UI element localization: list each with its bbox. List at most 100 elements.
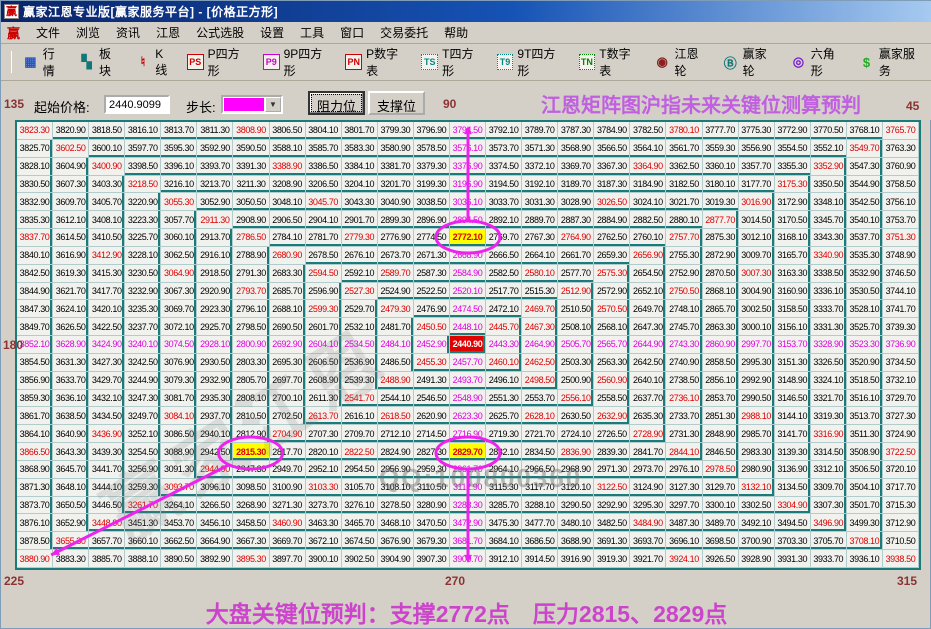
grid-cell-r20c2[interactable]: 3444.10 [89,478,126,497]
grid-cell-r3c13[interactable]: 3194.50 [486,175,523,194]
grid-cell-r14c23[interactable]: 3518.50 [846,371,883,390]
grid-cell-r5c21[interactable]: 3170.50 [774,211,811,230]
grid-cell-r10c18[interactable]: 2748.10 [666,300,703,319]
grid-cell-r11c4[interactable]: 3072.10 [161,318,198,337]
grid-cell-r9c8[interactable]: 2596.90 [305,282,342,301]
grid-cell-r13c23[interactable]: 3520.90 [846,353,883,372]
grid-cell-r7c23[interactable]: 3535.30 [846,246,883,265]
grid-cell-r18c6[interactable]: 2815.30 [233,443,270,461]
grid-cell-r17c22[interactable]: 3316.90 [810,425,847,444]
grid-cell-r11c3[interactable]: 3237.70 [125,318,162,337]
grid-cell-r21c9[interactable]: 3276.10 [341,496,378,515]
grid-cell-r12c13[interactable]: 2443.30 [486,336,523,354]
grid-cell-r15c24[interactable]: 3729.70 [882,389,919,408]
grid-cell-r13c9[interactable]: 2536.90 [341,353,378,372]
grid-cell-r7c20[interactable]: 3009.70 [738,246,775,265]
grid-cell-r23c24[interactable]: 3710.50 [882,532,919,551]
grid-cell-r21c21[interactable]: 3304.90 [774,496,811,515]
grid-cell-r18c24[interactable]: 3722.50 [882,443,919,461]
grid-cell-r2c1[interactable]: 3604.90 [53,157,90,176]
menu-item-3[interactable]: 江恩 [148,24,188,42]
grid-cell-r8c16[interactable]: 2575.30 [594,264,631,283]
grid-cell-r2c3[interactable]: 3398.50 [125,157,162,176]
grid-cell-r18c21[interactable]: 3139.30 [774,443,811,461]
grid-cell-r19c17[interactable]: 2973.70 [630,460,667,479]
grid-cell-r23c4[interactable]: 3662.50 [161,532,198,551]
grid-cell-r9c14[interactable]: 2515.30 [522,282,559,301]
grid-cell-r22c2[interactable]: 3448.90 [89,514,126,533]
grid-cell-r23c21[interactable]: 3703.30 [774,532,811,551]
grid-cell-r10c24[interactable]: 3741.70 [882,300,919,319]
grid-cell-r19c23[interactable]: 3506.50 [846,460,883,479]
grid-cell-r9c17[interactable]: 2652.10 [630,282,667,301]
grid-cell-r6c3[interactable]: 3225.70 [125,229,162,247]
grid-cell-r13c15[interactable]: 2503.30 [558,353,595,372]
grid-cell-r12c20[interactable]: 2997.70 [738,336,775,354]
grid-cell-r14c7[interactable]: 2697.70 [269,371,306,390]
grid-cell-r23c11[interactable]: 3679.30 [413,532,450,551]
grid-cell-r13c3[interactable]: 3242.50 [125,353,162,372]
grid-cell-r1c4[interactable]: 3595.30 [161,139,198,158]
grid-cell-r8c21[interactable]: 3163.30 [774,264,811,283]
grid-cell-r5c15[interactable]: 2887.30 [558,211,595,230]
grid-cell-r24c20[interactable]: 3928.90 [738,550,775,568]
grid-cell-r10c23[interactable]: 3528.10 [846,300,883,319]
grid-cell-r5c23[interactable]: 3540.10 [846,211,883,230]
grid-cell-r14c17[interactable]: 2640.10 [630,371,667,390]
toolbar-button-t9-square[interactable]: T9 9T四方形 [491,42,573,82]
grid-cell-r17c5[interactable]: 2940.10 [197,425,234,444]
grid-cell-r23c5[interactable]: 3664.90 [197,532,234,551]
grid-cell-r3c12[interactable]: 3196.90 [449,175,487,194]
grid-cell-r16c7[interactable]: 2702.50 [269,407,306,426]
grid-cell-r24c10[interactable]: 3904.90 [377,550,414,568]
grid-cell-r13c7[interactable]: 2695.30 [269,353,306,372]
grid-cell-r22c22[interactable]: 3496.90 [810,514,847,533]
grid-cell-r19c15[interactable]: 2968.90 [558,460,595,479]
grid-cell-r4c7[interactable]: 3048.10 [269,193,306,212]
grid-cell-r19c20[interactable]: 2980.90 [738,460,775,479]
grid-cell-r20c20[interactable]: 3132.10 [738,478,775,497]
grid-cell-r16c10[interactable]: 2618.50 [377,407,414,426]
grid-cell-r12c1[interactable]: 3628.90 [53,336,90,354]
grid-cell-r23c6[interactable]: 3667.30 [233,532,270,551]
grid-cell-r12c22[interactable]: 3328.90 [810,336,847,354]
grid-cell-r10c1[interactable]: 3624.10 [53,300,90,319]
grid-cell-r17c9[interactable]: 2709.70 [341,425,378,444]
grid-cell-r20c19[interactable]: 3129.70 [702,478,739,497]
grid-cell-r11c19[interactable]: 2863.30 [702,318,739,337]
grid-cell-r16c4[interactable]: 3084.10 [161,407,198,426]
grid-cell-r12c10[interactable]: 2484.10 [377,336,414,354]
grid-cell-r13c13[interactable]: 2460.10 [486,353,523,372]
grid-cell-r18c13[interactable]: 2832.10 [486,443,523,461]
grid-cell-r7c0[interactable]: 3840.10 [17,246,54,265]
menu-item-0[interactable]: 文件 [28,24,68,42]
grid-cell-r9c11[interactable]: 2522.50 [413,282,450,301]
grid-cell-r16c12[interactable]: 2623.30 [449,407,487,426]
grid-cell-r5c8[interactable]: 2904.10 [305,211,342,230]
grid-cell-r8c22[interactable]: 3338.50 [810,264,847,283]
grid-cell-r23c1[interactable]: 3655.30 [53,532,90,551]
grid-cell-r22c15[interactable]: 3480.10 [558,514,595,533]
grid-cell-r12c12[interactable]: 2440.90 [449,336,487,354]
grid-cell-r2c8[interactable]: 3386.50 [305,157,342,176]
menu-item-7[interactable]: 窗口 [332,24,372,42]
menu-item-2[interactable]: 资讯 [108,24,148,42]
grid-cell-r19c22[interactable]: 3312.10 [810,460,847,479]
grid-cell-r1c21[interactable]: 3554.50 [774,139,811,158]
grid-cell-r8c9[interactable]: 2592.10 [341,264,378,283]
toolbar-button-p9-square[interactable]: P9 9P四方形 [257,42,340,82]
grid-cell-r18c15[interactable]: 2836.90 [558,443,595,461]
grid-cell-r24c2[interactable]: 3885.70 [89,550,126,568]
grid-cell-r9c6[interactable]: 2793.70 [233,282,270,301]
grid-cell-r21c12[interactable]: 3283.30 [449,496,487,515]
grid-cell-r11c9[interactable]: 2532.10 [341,318,378,337]
grid-cell-r12c16[interactable]: 2565.70 [594,336,631,354]
grid-cell-r8c0[interactable]: 3842.50 [17,264,54,283]
grid-cell-r5c24[interactable]: 3753.70 [882,211,919,230]
grid-cell-r21c0[interactable]: 3873.70 [17,496,54,515]
grid-cell-r16c18[interactable]: 2733.70 [666,407,703,426]
grid-cell-r5c22[interactable]: 3345.70 [810,211,847,230]
grid-cell-r15c16[interactable]: 2558.50 [594,389,631,408]
grid-cell-r23c22[interactable]: 3705.70 [810,532,847,551]
grid-cell-r5c18[interactable]: 2880.10 [666,211,703,230]
